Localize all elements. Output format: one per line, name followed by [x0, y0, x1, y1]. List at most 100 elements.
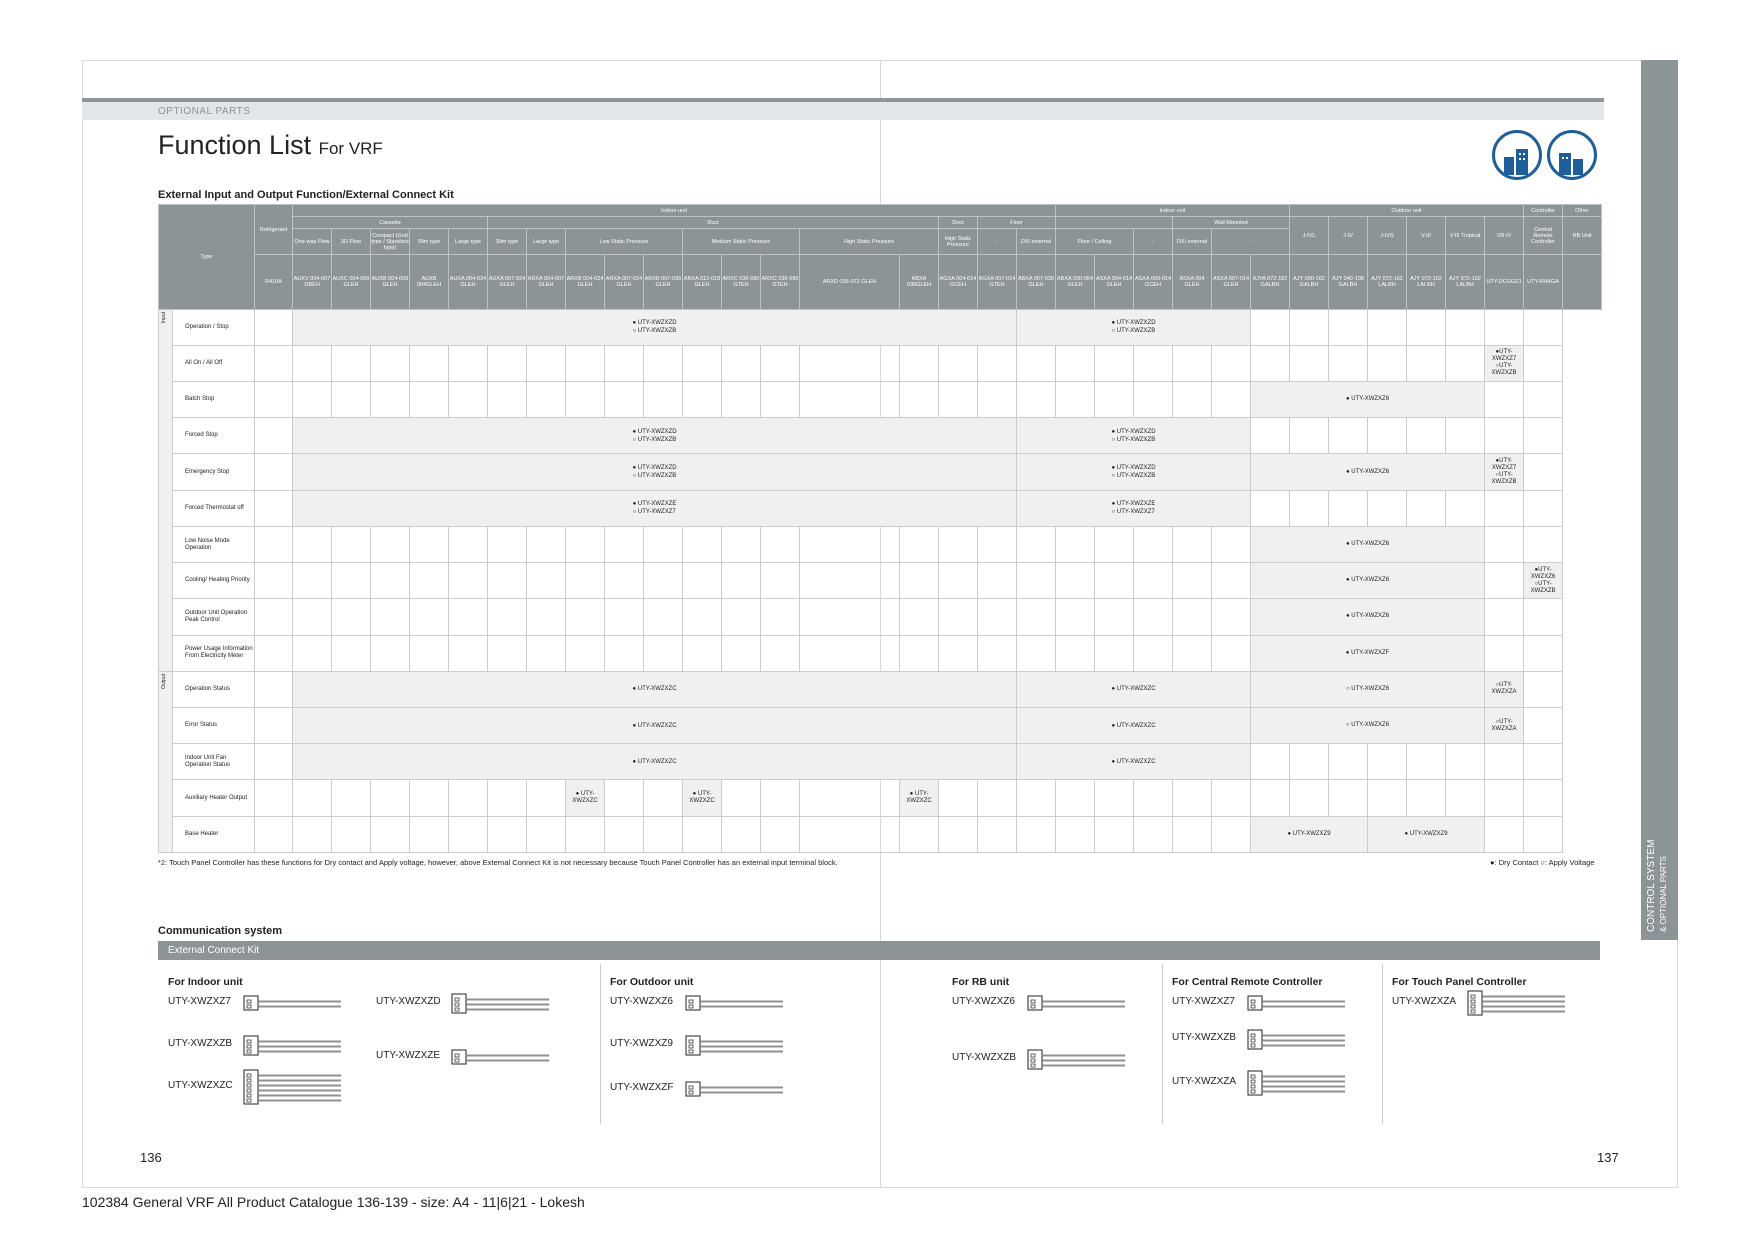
section-band [82, 102, 1604, 120]
table-row: Auxiliary Heater Output ● UTY-XWZXZC ● UTY… [159, 779, 1602, 817]
table-row: All On / All Off ●UTY-XWZXZ7 ○UTY-XWZXZB [159, 344, 1602, 383]
indoor-subtype: Compact (Grid type / Standard type) [370, 228, 410, 256]
footnote: *2: Touch Panel Controller has these fun… [158, 858, 838, 867]
model-header: AJY 072-162 LALBH [1406, 254, 1446, 310]
legend: ●: Dry Contact ○: Apply Voltage [1490, 858, 1595, 867]
outdoor-subtype: J-IVL [1289, 216, 1329, 256]
controller-subtype: Central Remote Controller [1523, 216, 1564, 256]
model-header: AUXB 004GLEH [409, 254, 449, 310]
kit-label: UTY-XWZXZE [376, 1050, 441, 1061]
cat-cassette: Cassette [292, 216, 488, 230]
model-header: AUXB 004-009 GLEH [370, 254, 410, 310]
table-row: Indoor Unit Fan Operation Status ● UTY-XW… [159, 743, 1602, 781]
table-row: Power Usage Information From Electricity… [159, 634, 1602, 672]
indoor-subtype: High Static Pressure [938, 228, 978, 256]
model-header: ARXA 012-018 GLEH [682, 254, 722, 310]
indoor-subtype: Low Static Pressure [565, 228, 683, 256]
table-row: Low Noise Mode Operation ● UTY-XWZXZ6 [159, 525, 1602, 564]
refrigerant-value: R410A [254, 254, 293, 310]
table-row: Base Heater ● UTY-XWZXZ9 ● UTY-XWZXZ9 [159, 815, 1602, 854]
connector-icon [685, 1081, 783, 1097]
indoor-subtype: Slim type [409, 228, 449, 256]
model-header: AJY 072-162 LALBH [1367, 254, 1407, 310]
cat-floor: Floor [977, 216, 1056, 230]
kit-bar: External Connect Kit [158, 941, 1600, 960]
outdoor-subtype: V-III [1406, 216, 1446, 256]
function-name: Emergency Stop [172, 453, 255, 491]
kit-label: UTY-XWZXZB [1172, 1032, 1237, 1043]
connector-icon [243, 995, 341, 1011]
function-name: Forced Stop [172, 417, 255, 455]
connector-icon [243, 1035, 341, 1055]
outdoor-subtype: J-IVS [1367, 216, 1407, 256]
refrigerant-header: Refrigerant [254, 203, 293, 256]
function-name: Batch Stop [172, 381, 255, 419]
kit-label: UTY-XWZXZC [168, 1080, 233, 1091]
model-header: AUXA 007-024 GLEH [487, 254, 527, 310]
function-name: All On / All Off [172, 344, 255, 383]
model-header [1562, 254, 1603, 310]
table-row: Output Operation Status ● UTY-XWZXZC ● UTY-… [158, 670, 1602, 854]
function-name: Outdoor Unit Operation Peak Control [172, 598, 255, 636]
group-controller: Controller [1523, 203, 1564, 218]
kit-label: UTY-XWZXZ6 [952, 996, 1015, 1007]
section-tag: OPTIONAL PARTS [158, 106, 251, 117]
model-header: AUXC 004-009 GLEH [331, 254, 371, 310]
model-header: ASXA 007-014 GLEH [1211, 254, 1251, 310]
cat-duct: Duct [487, 216, 939, 230]
group-indoor-2: Indoor unit [1055, 203, 1290, 218]
connector-icon [451, 993, 549, 1013]
indoor-subtype: - [977, 228, 1017, 256]
connector-icon [243, 1069, 341, 1105]
model-header: ARXB 007-036 GLEH [643, 254, 683, 310]
connector-icon [451, 1049, 549, 1065]
table-row: Input Operation / Stop ● UTY-XWZXZD ○ UTY-X… [158, 308, 1602, 672]
page-number-left: 136 [140, 1150, 162, 1165]
function-name: Error Status [172, 707, 255, 745]
other-subtype: RB Unit [1562, 216, 1603, 256]
model-header: AJYA 072-162 GALBH [1250, 254, 1290, 310]
cat-wall: Wall Mounted [1172, 216, 1290, 230]
model-header: ARXC 036-090 GTEH [721, 254, 761, 310]
function-name: Cooling/ Heating Priority [172, 562, 255, 600]
section-output: Output [161, 673, 167, 689]
indoor-subtype: Medium Static Pressure [682, 228, 800, 256]
model-header: AJY 040-108 GALBH [1328, 254, 1368, 310]
function-name: Operation / Stop [172, 308, 255, 346]
kit-label: UTY-XWZXZ6 [610, 996, 673, 1007]
function-name: Operation Status [172, 670, 255, 709]
model-header: AUXA 004-024 GLEH [448, 254, 488, 310]
kit-column-title: For RB unit [952, 976, 1010, 988]
function-name: Auxiliary Heater Output [172, 779, 255, 817]
group-indoor-1: Indoor unit [292, 203, 1056, 218]
page-number-right: 137 [1597, 1150, 1619, 1165]
kit-column-title: For Touch Panel Controller [1392, 976, 1527, 988]
model-header: ARXA 007-024 GLEH [604, 254, 644, 310]
table-row: Forced Stop ● UTY-XWZXZD ○ UTY-XWZXZB ● UTY… [159, 417, 1602, 455]
indoor-subtype: Large type [448, 228, 488, 256]
kit-label: UTY-XWZXZ7 [168, 996, 231, 1007]
indoor-subtype: Large type [526, 228, 566, 256]
model-header: AGXA 004-014 GCEH [938, 254, 978, 310]
model-header: AUXV 004-007 GBEH [292, 254, 332, 310]
side-tab [1641, 60, 1678, 940]
side-tab-text: CONTROL SYSTEM & OPTIONAL PARTS [1646, 839, 1668, 932]
model-header: ASXA 004-014 GLEH [1094, 254, 1134, 310]
table-row: Emergency Stop ● UTY-XWZXZD ○ UTY-XWZXZB ● … [159, 453, 1602, 491]
model-header: ARXC 036-090 GTEH [760, 254, 800, 310]
model-header: ARXD 036-072 GLEH [799, 254, 900, 310]
connector-icon [1247, 1029, 1345, 1049]
function-name: Power Usage Information From Electricity… [172, 634, 255, 672]
type-header: Type [158, 204, 255, 310]
kit-label: UTY-XWZXZA [1172, 1076, 1237, 1087]
connector-icon [685, 995, 783, 1011]
group-other: Other [1562, 203, 1603, 218]
kit-column-title: For Indoor unit [168, 976, 243, 988]
model-header: ABXA 007-030 GLEH [1016, 254, 1056, 310]
function-name: Indoor Unit Fan Operation Status [172, 743, 255, 781]
function-table: Type Refrigerant Indoor unit Indoor unit Out… [158, 203, 1603, 854]
building-icon [1547, 130, 1597, 180]
table-heading: External Input and Output Function/Exter… [158, 189, 454, 201]
model-header: AJY 072-162 LALBH [1445, 254, 1485, 310]
column-divider [600, 964, 601, 1124]
